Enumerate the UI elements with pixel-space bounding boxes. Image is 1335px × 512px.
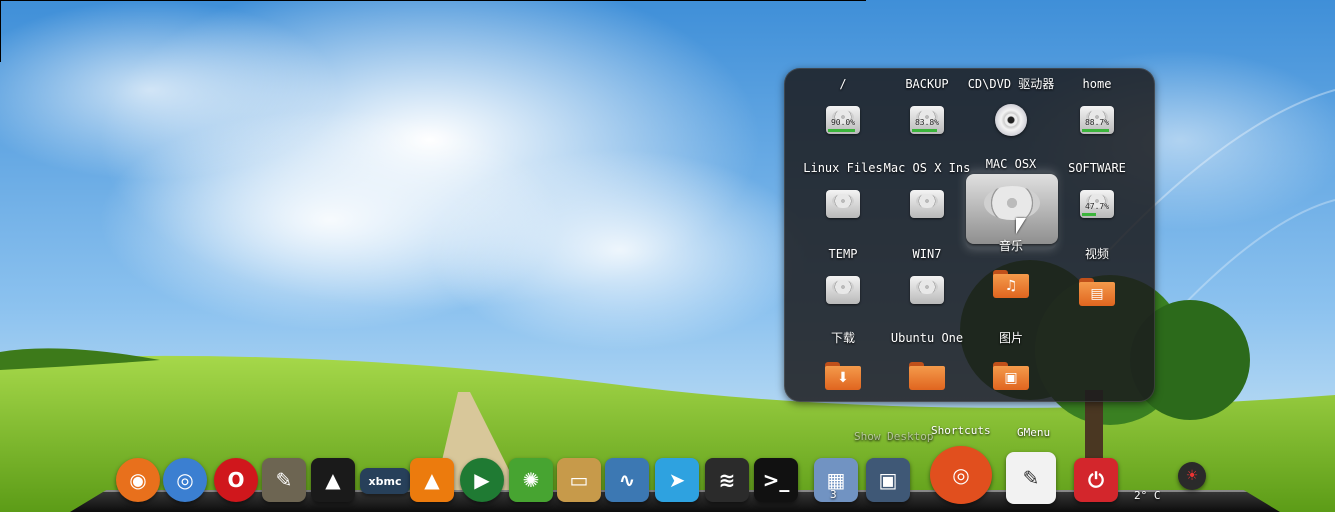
- swirl-app-icon[interactable]: ≋: [705, 458, 749, 504]
- stack-item-label: Mac OS X Ins: [883, 161, 971, 175]
- xbmc-icon[interactable]: xbmc: [360, 458, 410, 504]
- system-monitor-icon[interactable]: ∿: [605, 458, 649, 504]
- firefox-icon[interactable]: ◉: [116, 458, 160, 504]
- stack-item-cd-dvd-驱动器[interactable]: CD\DVD 驱动器: [966, 76, 1056, 156]
- shortcuts-label: Shortcuts: [931, 424, 991, 437]
- stack-item-label: TEMP: [828, 247, 858, 261]
- hard-drive-icon: 83.8%: [907, 100, 947, 140]
- video-folder-icon: ▤: [1077, 270, 1117, 310]
- usage-percent: 90.0%: [830, 118, 856, 127]
- usage-bar: [1082, 213, 1096, 216]
- mouse-cursor-icon: [1016, 218, 1026, 234]
- hard-drive-icon: 88.7%: [1077, 100, 1117, 140]
- stack-item-linux-files[interactable]: Linux Files: [798, 160, 888, 240]
- stack-item-label: MAC OSX: [985, 157, 1037, 171]
- hard-drive-icon: 90.0%: [823, 100, 863, 140]
- gimp-icon[interactable]: ✎: [262, 458, 306, 504]
- window-edge-line: [0, 0, 866, 1]
- stack-item-label: Linux Files: [803, 161, 883, 175]
- folder-icon: [907, 354, 947, 394]
- stack-item-图片[interactable]: 图片 ▣: [966, 330, 1056, 410]
- hard-drive-icon: [907, 184, 947, 224]
- ubuntu-logo-icon[interactable]: ◎: [930, 446, 992, 504]
- window-edge-line-vertical: [0, 0, 1, 62]
- stack-item-label: 视频: [1084, 247, 1109, 261]
- opera-icon[interactable]: O: [214, 458, 258, 504]
- stack-item-label: Ubuntu One: [890, 331, 964, 345]
- pointer-app-icon[interactable]: ➤: [655, 458, 699, 504]
- stack-item-mac-osx[interactable]: MAC OSX: [966, 156, 1058, 244]
- hard-drive-icon: [823, 270, 863, 310]
- stack-item-label: BACKUP: [905, 77, 949, 91]
- usage-percent: 88.7%: [1084, 118, 1110, 127]
- stack-item-label: 音乐: [998, 239, 1023, 253]
- show-desktop-label: Show Desktop: [854, 430, 934, 443]
- temperature-readout: 2° C: [1134, 489, 1161, 502]
- pictures-folder-icon: ▣: [991, 354, 1031, 394]
- stack-item-win7[interactable]: WIN7: [882, 246, 972, 326]
- cd-dvd-icon: [991, 100, 1031, 140]
- stack-item-label: 下载: [830, 331, 855, 345]
- stack-item-label: WIN7: [912, 247, 942, 261]
- hard-drive-icon: [907, 270, 947, 310]
- stack-item-backup[interactable]: BACKUP 83.8%: [882, 76, 972, 156]
- stack-item-label: /: [839, 77, 847, 91]
- stack-item-temp[interactable]: TEMP: [798, 246, 888, 326]
- music-folder-icon: ♫: [991, 262, 1031, 302]
- usage-percent: 83.8%: [914, 118, 940, 127]
- stack-item-label: 图片: [998, 331, 1023, 345]
- vlc-icon[interactable]: ▲: [410, 458, 454, 504]
- stack-item-mac-os-x-ins[interactable]: Mac OS X Ins: [882, 160, 972, 240]
- stack-item-音乐[interactable]: 音乐 ♫: [966, 238, 1056, 318]
- chromium-icon[interactable]: ◎: [163, 458, 207, 504]
- gmenu-label: GMenu: [1017, 426, 1051, 439]
- stack-item-root[interactable]: / 90.0%: [798, 76, 888, 156]
- terminal-icon[interactable]: >_: [754, 458, 798, 504]
- stack-item-label: CD\DVD 驱动器: [967, 77, 1055, 91]
- stack-item-下载[interactable]: 下载 ⬇: [798, 330, 888, 410]
- usage-bar: [912, 129, 937, 132]
- show-desktop-icon[interactable]: ▣: [866, 458, 910, 504]
- download-folder-icon: ⬇: [823, 354, 863, 394]
- stack-item-home[interactable]: home 88.7%: [1052, 76, 1142, 156]
- stack-item-software[interactable]: SOFTWARE 47.7%: [1052, 160, 1142, 240]
- media-player-icon[interactable]: ▶: [460, 458, 504, 504]
- hard-drive-icon: [966, 174, 1058, 246]
- book-reader-icon[interactable]: ▭: [557, 458, 601, 504]
- workspace-count: 3: [830, 488, 837, 501]
- hard-drive-icon: 47.7%: [1077, 184, 1117, 224]
- usage-bar: [828, 129, 855, 132]
- power-icon[interactable]: ⏻: [1074, 458, 1118, 504]
- stack-item-ubuntu-one[interactable]: Ubuntu One: [882, 330, 972, 410]
- weather-icon[interactable]: ☀: [1178, 462, 1222, 508]
- stack-item-label: SOFTWARE: [1068, 161, 1126, 175]
- stack-item-label: home: [1082, 77, 1112, 91]
- hard-drive-icon: [823, 184, 863, 224]
- usage-bar: [1082, 129, 1109, 132]
- gmenu-icon[interactable]: ✎: [1006, 452, 1056, 504]
- inkscape-icon[interactable]: ▲: [311, 458, 355, 504]
- usage-percent: 47.7%: [1084, 202, 1110, 211]
- settings-icon[interactable]: ✺: [509, 458, 553, 504]
- folder-stack-popup: / 90.0% BACKUP 83.8% CD\DVD 驱动器 home 88.7% Linu…: [784, 68, 1155, 402]
- stack-item-视频[interactable]: 视频 ▤: [1052, 246, 1142, 326]
